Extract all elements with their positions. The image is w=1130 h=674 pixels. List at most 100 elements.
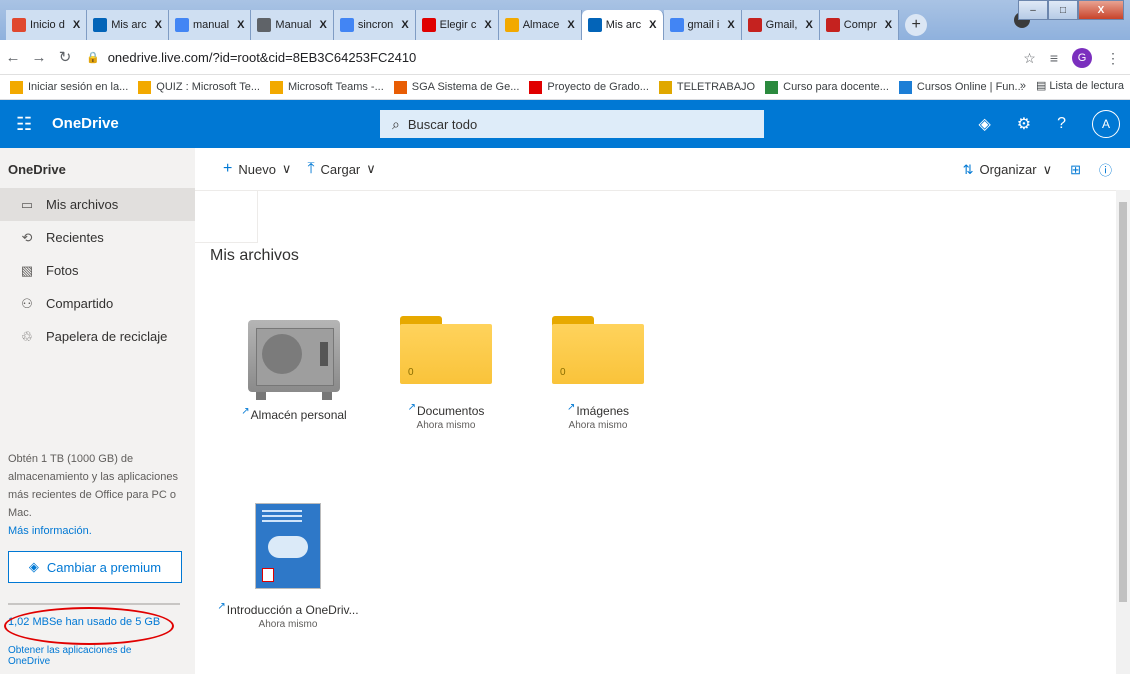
- bookmark-label: Cursos Online | Fun...: [916, 81, 1024, 93]
- upgrade-premium-button[interactable]: ◈ Cambiar a premium: [8, 551, 182, 583]
- info-icon[interactable]: ⓘ: [1099, 160, 1112, 179]
- close-tab-icon[interactable]: X: [885, 19, 892, 31]
- reading-list-icon[interactable]: ≡: [1050, 50, 1058, 66]
- reading-list-button[interactable]: ▤ Lista de lectura: [1036, 79, 1124, 92]
- bookmark-label: SGA Sistema de Ge...: [411, 81, 520, 93]
- minimize-button[interactable]: –: [1018, 0, 1048, 20]
- sidebar-item[interactable]: ▧ Fotos: [0, 254, 195, 287]
- browser-tab[interactable]: Manual X: [251, 10, 334, 40]
- more-info-link[interactable]: Más información.: [8, 525, 92, 537]
- sidebar-item[interactable]: ♲ Papelera de reciclaje: [0, 320, 195, 353]
- close-window-button[interactable]: X: [1078, 0, 1124, 20]
- tab-favicon-icon: [747, 18, 762, 32]
- browser-tab[interactable]: Mis arc X: [581, 10, 664, 40]
- star-icon[interactable]: ☆: [1023, 50, 1036, 67]
- browser-tab[interactable]: Gmail, X: [741, 10, 820, 40]
- bookmark-item[interactable]: Proyecto de Grado...: [529, 80, 649, 94]
- get-apps-link[interactable]: Obtener las aplicaciones de OneDrive: [8, 645, 158, 667]
- back-icon[interactable]: ←: [0, 49, 26, 66]
- new-button[interactable]: + Nuevo ∨: [223, 160, 291, 178]
- sync-icon: ↗: [241, 406, 250, 417]
- help-icon[interactable]: ?: [1057, 115, 1066, 133]
- tab-favicon-icon: [669, 18, 684, 32]
- item-name: Almacén personal: [250, 408, 347, 422]
- browser-tab[interactable]: sincron X: [333, 10, 416, 40]
- bookmark-favicon-icon: [765, 80, 779, 94]
- close-tab-icon[interactable]: X: [484, 19, 491, 31]
- sidebar-item[interactable]: ▭ Mis archivos: [0, 188, 195, 221]
- browser-tab[interactable]: Inicio d X: [6, 10, 88, 40]
- bookmark-item[interactable]: Curso para docente...: [765, 80, 889, 94]
- reload-icon[interactable]: ↻: [52, 48, 78, 66]
- bookmark-item[interactable]: QUIZ : Microsoft Te...: [138, 80, 260, 94]
- browser-tab[interactable]: Mis arc X: [87, 10, 169, 40]
- close-tab-icon[interactable]: X: [567, 19, 574, 31]
- tab-label: gmail i: [687, 19, 720, 31]
- bookmark-item[interactable]: Cursos Online | Fun...: [898, 80, 1024, 94]
- close-tab-icon[interactable]: X: [155, 19, 162, 31]
- item-name: Imágenes: [576, 404, 630, 418]
- sidebar-item[interactable]: ⚇ Compartido: [0, 287, 195, 320]
- sidebar-item[interactable]: ⟲ Recientes: [0, 221, 195, 254]
- search-placeholder: Buscar todo: [407, 116, 478, 132]
- item-modified: Ahora mismo: [568, 420, 628, 431]
- bookmark-item[interactable]: TELETRABAJO: [658, 80, 755, 94]
- close-tab-icon[interactable]: X: [237, 19, 244, 31]
- chevron-down-icon: ∨: [1042, 161, 1053, 177]
- chevron-down-icon: ∨: [281, 161, 292, 176]
- nav-title[interactable]: OneDrive: [8, 162, 66, 177]
- tab-favicon-icon: [257, 18, 272, 32]
- forward-icon[interactable]: →: [26, 49, 52, 66]
- account-avatar[interactable]: A: [1092, 110, 1120, 138]
- close-tab-icon[interactable]: X: [649, 19, 656, 31]
- document-tile[interactable]: ↗Introducción a OneDriv... Ahora mismo: [213, 503, 363, 630]
- address-bar[interactable]: 🔒 onedrive.live.com/?id=root&cid=8EB3C64…: [86, 50, 416, 65]
- folder-tile[interactable]: 0 ↗Documentos Ahora mismo: [371, 316, 521, 431]
- premium-diamond-icon[interactable]: ◈: [978, 114, 990, 134]
- bookmarks-overflow-button[interactable]: »: [1020, 80, 1026, 92]
- close-tab-icon[interactable]: X: [805, 19, 812, 31]
- browser-tab[interactable]: gmail i X: [663, 10, 742, 40]
- sync-icon: ↗: [566, 402, 576, 413]
- bookmark-label: Proyecto de Grado...: [547, 81, 649, 93]
- upload-button[interactable]: ⤒ Cargar ∨: [307, 160, 375, 178]
- bookmark-item[interactable]: SGA Sistema de Ge...: [393, 80, 520, 94]
- menu-icon[interactable]: ⋮: [1106, 50, 1120, 67]
- tab-favicon-icon: [587, 18, 602, 32]
- browser-tab[interactable]: Elegir c X: [415, 10, 499, 40]
- new-tab-button[interactable]: +: [905, 14, 928, 36]
- gear-icon[interactable]: ⚙: [1017, 114, 1031, 134]
- close-tab-icon[interactable]: X: [73, 19, 80, 31]
- lock-icon: 🔒: [86, 51, 100, 64]
- main-scrollbar[interactable]: [1116, 190, 1130, 674]
- vault-icon: [248, 320, 340, 400]
- tab-label: Mis arc: [605, 19, 642, 31]
- browser-tab[interactable]: Compr X: [819, 10, 900, 40]
- app-launcher-icon[interactable]: ☷: [16, 114, 32, 135]
- folder-tile[interactable]: 0 ↗Imágenes Ahora mismo: [523, 316, 673, 431]
- url-text: onedrive.live.com/?id=root&cid=8EB3C6425…: [107, 49, 417, 65]
- sidebar-item-label: Compartido: [46, 296, 114, 311]
- profile-avatar[interactable]: G: [1072, 48, 1092, 68]
- grid-view-icon[interactable]: ⊞: [1070, 162, 1081, 178]
- brand-name[interactable]: OneDrive: [52, 115, 119, 132]
- search-input[interactable]: ⌕ Buscar todo: [380, 110, 764, 138]
- close-tab-icon[interactable]: X: [320, 19, 327, 31]
- maximize-button[interactable]: □: [1048, 0, 1078, 20]
- diamond-icon: ◈: [28, 559, 39, 574]
- bookmark-item[interactable]: Iniciar sesión en la...: [10, 80, 129, 94]
- close-tab-icon[interactable]: X: [401, 19, 408, 31]
- reading-list-label: Lista de lectura: [1049, 80, 1124, 92]
- upload-label: Cargar: [320, 161, 361, 177]
- item-count: 0: [560, 367, 566, 378]
- organize-button[interactable]: ⇅ Organizar ∨: [963, 162, 1053, 178]
- bookmarks-bar: Iniciar sesión en la... QUIZ : Microsoft …: [0, 75, 1130, 100]
- tab-label: sincron: [357, 19, 394, 31]
- bookmark-item[interactable]: Microsoft Teams -...: [270, 80, 384, 94]
- close-tab-icon[interactable]: X: [727, 19, 734, 31]
- browser-tab[interactable]: Almace X: [498, 10, 582, 40]
- vault-tile[interactable]: ↗Almacén personal: [219, 320, 369, 422]
- bookmark-label: Iniciar sesión en la...: [28, 81, 129, 93]
- tab-label: Elegir c: [439, 19, 477, 31]
- browser-tab[interactable]: manual X: [169, 10, 252, 40]
